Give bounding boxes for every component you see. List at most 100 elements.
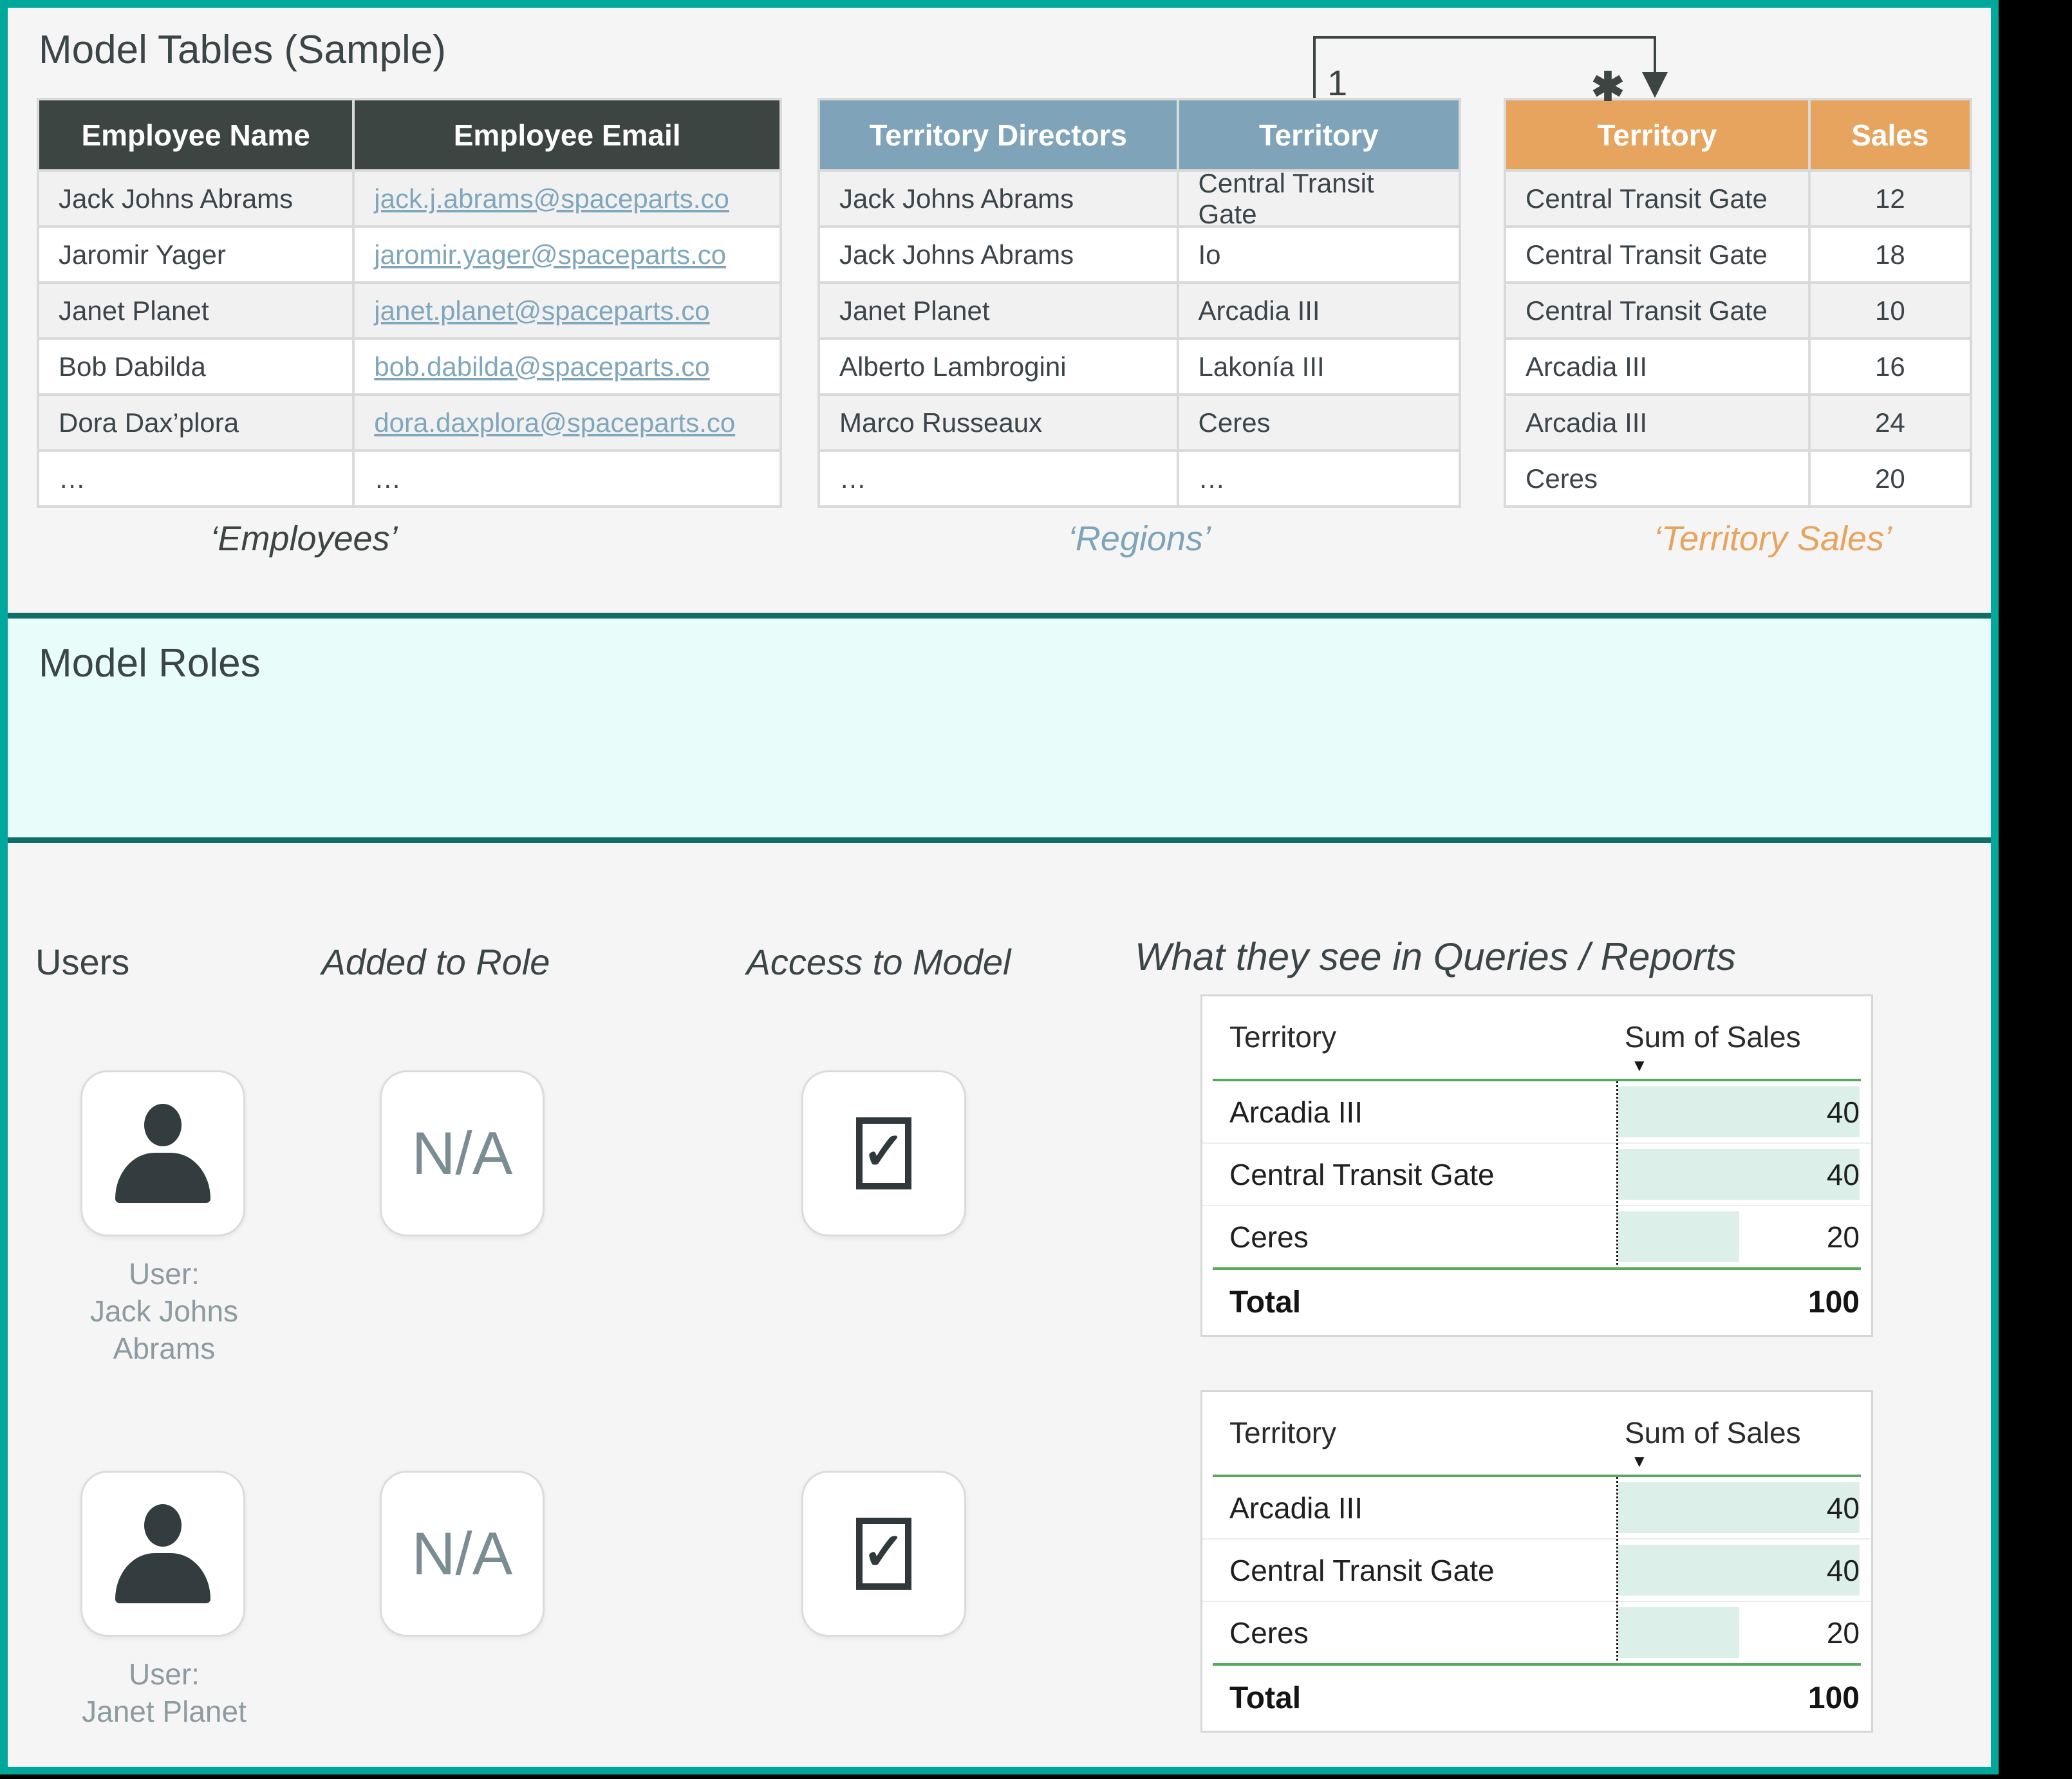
- report-header: Territory Sum of Sales▼: [1202, 996, 1871, 1079]
- na-label: N/A: [412, 1119, 513, 1188]
- table-cell: 20: [1811, 452, 1970, 505]
- report-territory-value: Central Transit Gate: [1229, 1553, 1495, 1588]
- table-cell: dora.daxplora@spaceparts.co: [355, 396, 779, 449]
- report-column-territory: Territory: [1229, 1020, 1336, 1054]
- table-cell: 10: [1811, 284, 1970, 337]
- section-title-model-roles: Model Roles: [39, 640, 261, 686]
- table-cell: Jack Johns Abrams: [39, 172, 352, 225]
- report-territory-value: Arcadia III: [1229, 1095, 1363, 1130]
- user-icon-body: [115, 1153, 210, 1203]
- user-caption: User: Janet Planet: [0, 1656, 328, 1731]
- report-row: Central Transit Gate 40: [1202, 1538, 1871, 1601]
- report-sales-value: 20: [1827, 1616, 1860, 1650]
- table-cell: …: [1179, 452, 1459, 505]
- checkbox-checked-icon: ✓: [856, 1117, 911, 1189]
- column-heading-access-to-model: Access to Model: [705, 941, 1052, 983]
- report-sales-value: 40: [1827, 1553, 1860, 1588]
- column-header: Employee Email: [355, 100, 779, 169]
- table-cell: Central Transit Gate: [1506, 172, 1808, 225]
- report-table-jack: Territory Sum of Sales▼ Arcadia III 40 Centr…: [1200, 994, 1873, 1337]
- table-cell: Central Transit Gate: [1179, 172, 1459, 225]
- column-header: Territory: [1506, 100, 1808, 169]
- regions-table: Territory DirectorsTerritoryJack Johns A…: [817, 98, 1461, 508]
- report-total-value: 100: [1808, 1681, 1860, 1716]
- added-to-role-card: N/A: [380, 1070, 545, 1236]
- table-cell: Janet Planet: [820, 284, 1177, 337]
- report-sales-value: 20: [1827, 1220, 1860, 1254]
- report-territory-value: Ceres: [1229, 1616, 1309, 1650]
- regions-table-caption: ‘Regions’: [817, 519, 1461, 559]
- table-cell: Lakonía III: [1179, 340, 1459, 393]
- column-heading-added-to-role: Added to Role: [281, 941, 590, 983]
- data-bar: [1618, 1149, 1860, 1200]
- email-link[interactable]: bob.dabilda@spaceparts.co: [374, 351, 709, 382]
- checkmark-icon: ✓: [862, 1522, 905, 1581]
- report-territory-value: Central Transit Gate: [1229, 1157, 1495, 1192]
- checkbox-checked-icon: ✓: [856, 1518, 911, 1590]
- data-bar: [1618, 1607, 1739, 1658]
- email-link[interactable]: dora.daxplora@spaceparts.co: [374, 407, 735, 438]
- table-cell: 12: [1811, 172, 1970, 225]
- report-table-janet: TerritorySum of Sales▼Arcadia III40Centr…: [1200, 1390, 1873, 1733]
- report-territory-value: Ceres: [1229, 1220, 1309, 1254]
- report-total-label: Total: [1229, 1285, 1301, 1320]
- table-cell: …: [820, 452, 1177, 505]
- figure-canvas: Model Tables (Sample) Employee NameEmplo…: [0, 0, 2072, 1779]
- report-row: Ceres 20: [1202, 1601, 1871, 1663]
- table-cell: Arcadia III: [1506, 340, 1808, 393]
- table-cell: Jaromir Yager: [39, 228, 352, 281]
- table-cell: …: [355, 452, 779, 505]
- user-avatar-card: [80, 1471, 245, 1637]
- table-cell: Ceres: [1179, 396, 1459, 449]
- report-sales-value: 40: [1827, 1491, 1860, 1525]
- frame-border-top: [0, 0, 1999, 8]
- report-column-separator: [1616, 1081, 1618, 1265]
- table-cell: Dora Dax’plora: [39, 396, 352, 449]
- sort-descending-icon[interactable]: ▼: [1631, 1056, 1648, 1076]
- email-link[interactable]: janet.planet@spaceparts.co: [374, 295, 709, 326]
- relationship-one-cardinality: 1: [1327, 62, 1347, 104]
- report-column-separator: [1616, 1477, 1618, 1661]
- report-row: Ceres 20: [1202, 1205, 1871, 1267]
- table-cell: 24: [1811, 396, 1970, 449]
- report-column-sum-of-sales: Sum of Sales: [1625, 1415, 1801, 1450]
- added-to-role-card: N/A: [380, 1471, 545, 1637]
- table-cell: Central Transit Gate: [1506, 228, 1808, 281]
- frame-border-left: [0, 0, 8, 1774]
- frame-border-right: [1991, 0, 1999, 1774]
- model-access-card: ✓: [801, 1070, 966, 1236]
- column-header: Sales: [1811, 100, 1970, 169]
- email-link[interactable]: jack.j.abrams@spaceparts.co: [374, 183, 729, 214]
- section-title-model-tables: Model Tables (Sample): [39, 27, 446, 73]
- column-heading-users: Users: [35, 941, 129, 983]
- email-link[interactable]: jaromir.yager@spaceparts.co: [374, 239, 726, 270]
- na-label: N/A: [412, 1519, 513, 1588]
- data-bar: [1618, 1211, 1739, 1262]
- column-header: Employee Name: [39, 100, 352, 169]
- column-header: Territory Directors: [820, 100, 1177, 169]
- employees-table-caption: ‘Employees’: [37, 519, 571, 559]
- table-cell: jack.j.abrams@spaceparts.co: [355, 172, 779, 225]
- column-heading-reports: What they see in Queries / Reports: [1135, 935, 1736, 979]
- report-body: Arcadia III40Central Transit Gate40Ceres…: [1202, 1081, 1871, 1267]
- report-column-sum-of-sales: Sum of Sales: [1625, 1020, 1801, 1054]
- relationship-line-horizontal: [1313, 36, 1656, 39]
- table-cell: Janet Planet: [39, 284, 352, 337]
- frame-border-bottom: [0, 1767, 1999, 1774]
- employees-table: Employee NameEmployee EmailJack Johns Ab…: [37, 98, 782, 508]
- relationship-arrow-down-icon: [1642, 72, 1668, 98]
- user-icon-body: [115, 1553, 210, 1603]
- user-icon-head: [144, 1104, 182, 1146]
- table-cell: Jack Johns Abrams: [820, 172, 1177, 225]
- table-cell: 18: [1811, 228, 1970, 281]
- territory-sales-table-caption: ‘Territory Sales’: [1538, 519, 2007, 559]
- table-cell: Marco Russeaux: [820, 396, 1177, 449]
- relationship-many-cardinality-icon: ✱: [1591, 63, 1625, 110]
- sort-descending-icon[interactable]: ▼: [1631, 1451, 1648, 1471]
- table-cell: Ceres: [1506, 452, 1808, 505]
- data-bar: [1618, 1086, 1860, 1137]
- column-header: Territory: [1179, 100, 1459, 169]
- report-body: Arcadia III40Central Transit Gate40Ceres…: [1202, 1477, 1871, 1663]
- table-cell: Alberto Lambrogini: [820, 340, 1177, 393]
- report-sales-value: 40: [1827, 1157, 1860, 1192]
